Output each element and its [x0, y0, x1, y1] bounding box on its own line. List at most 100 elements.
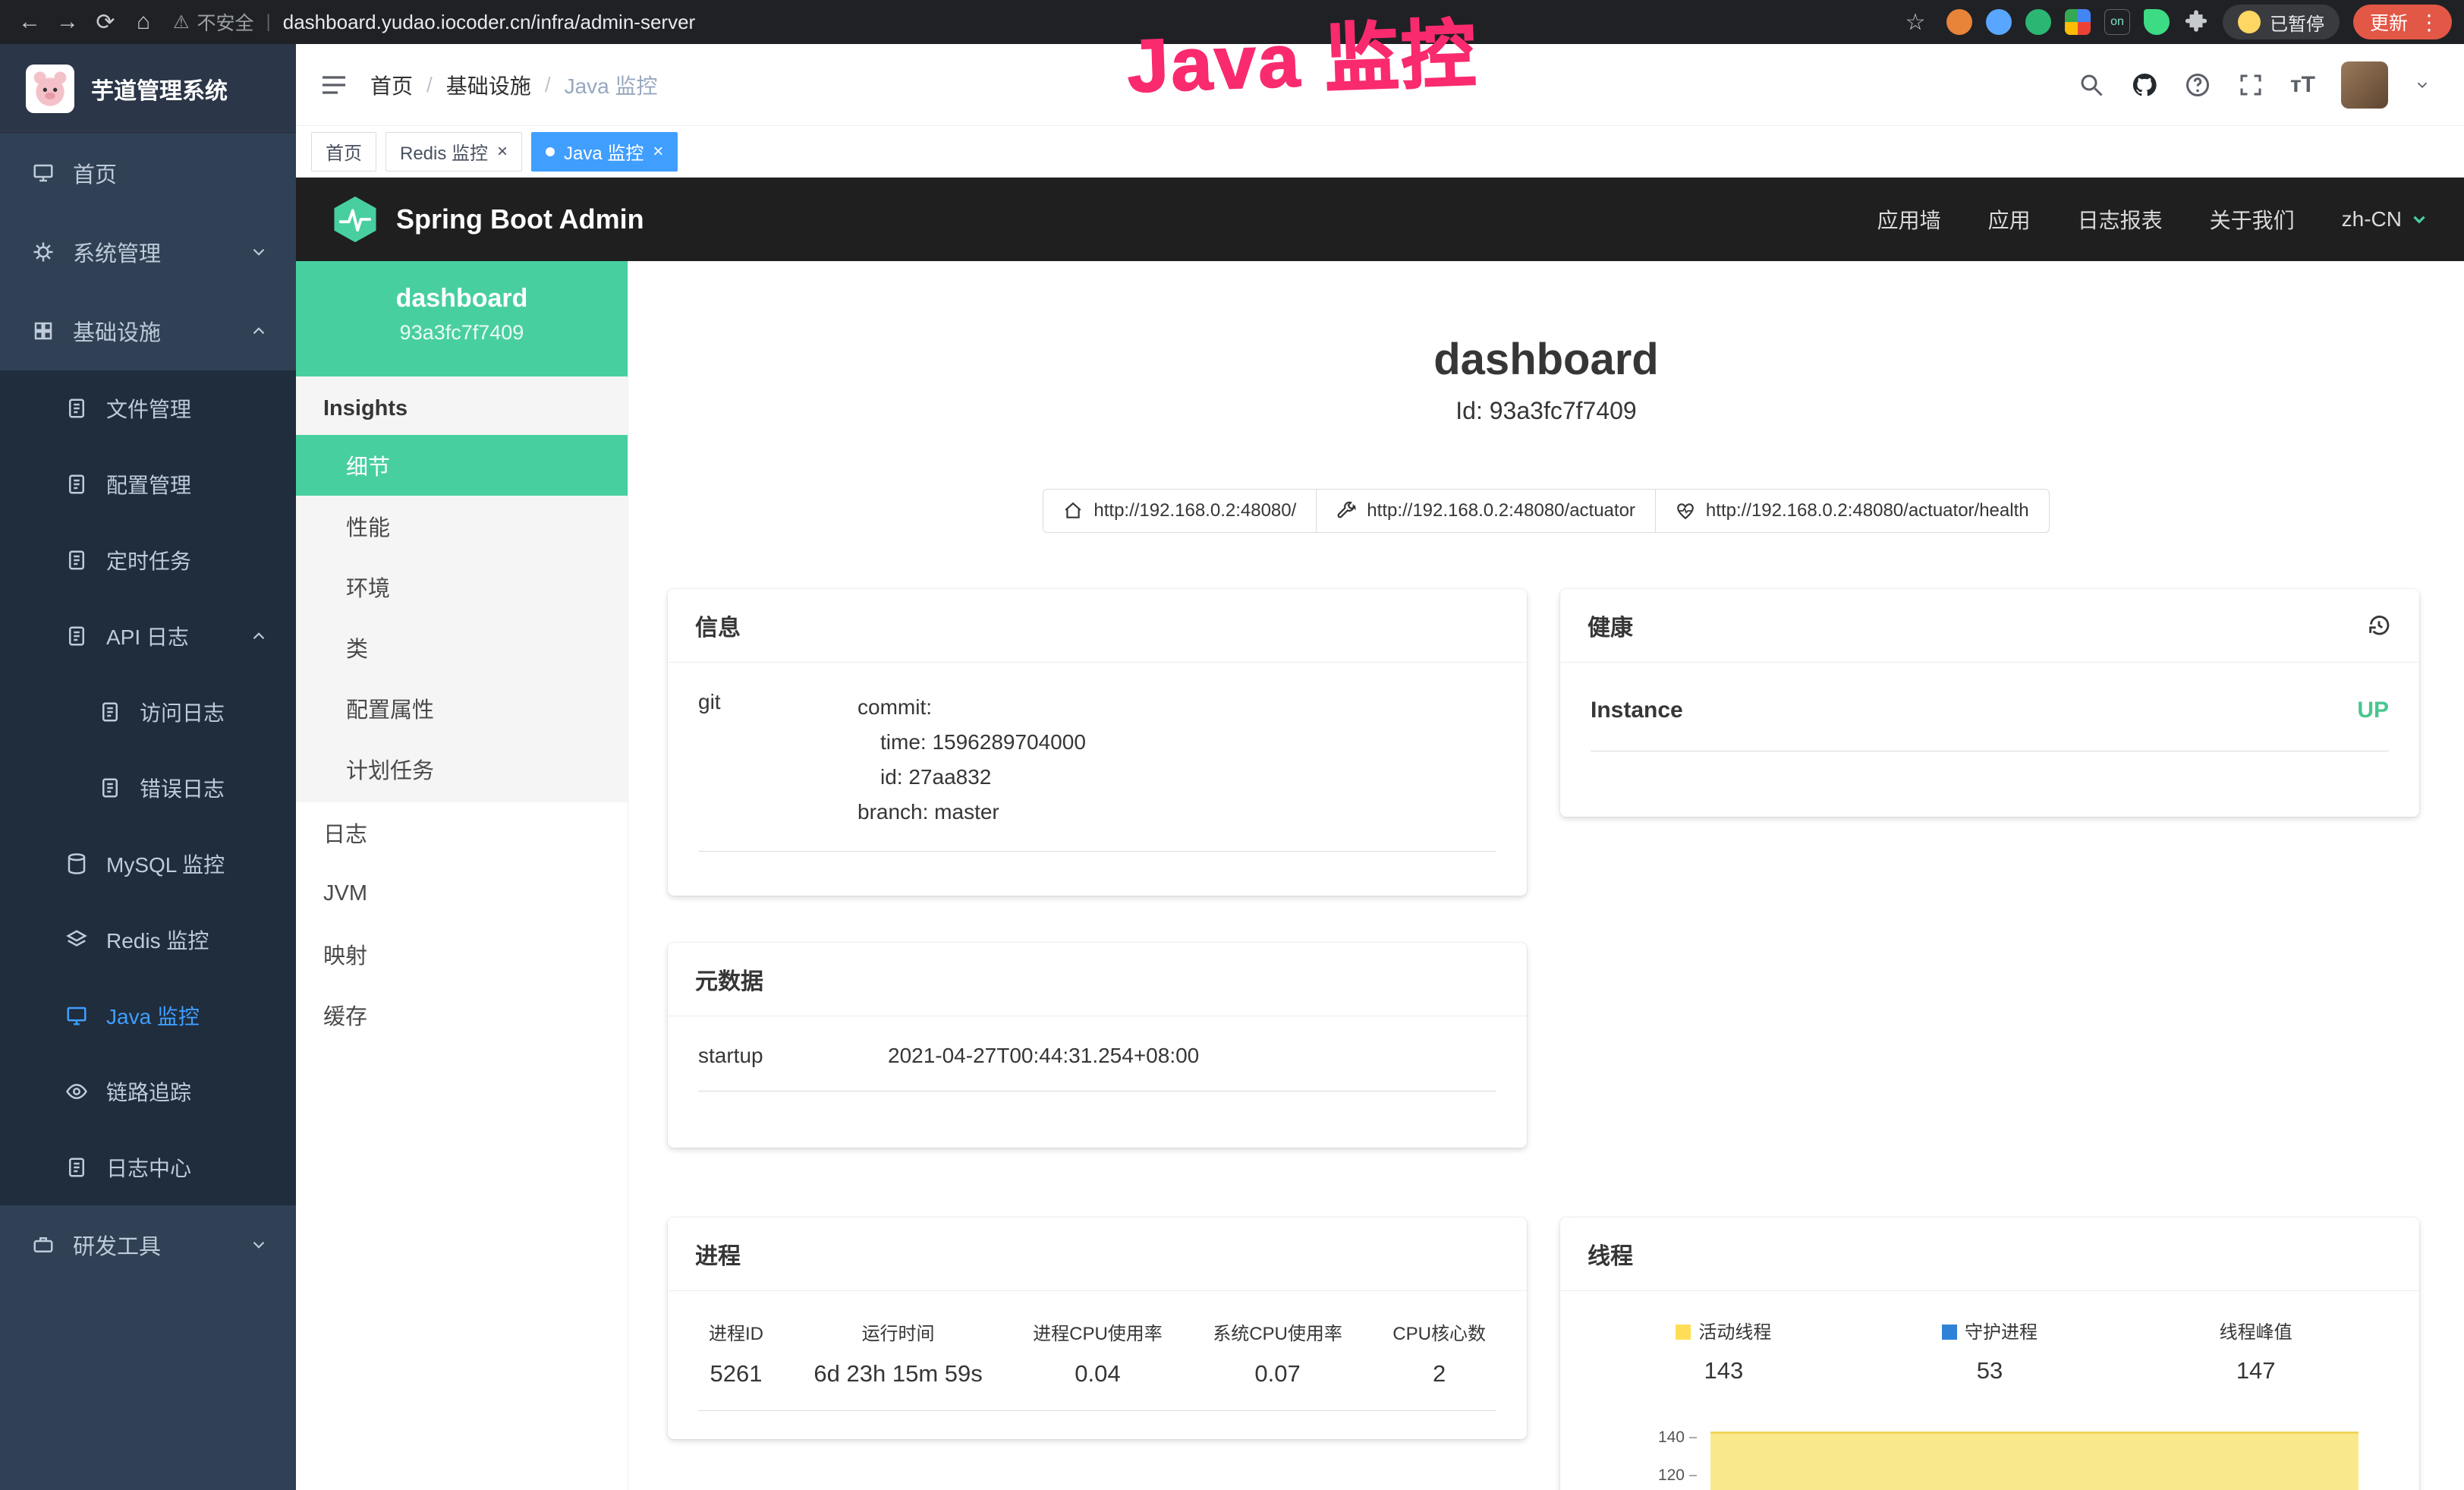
sba-side-item-config-props[interactable]: 配置属性 [296, 678, 628, 739]
sidebar-item-error-logs[interactable]: 错误日志 [0, 750, 296, 826]
sidebar-item-trace[interactable]: 链路追踪 [0, 1054, 296, 1129]
github-icon[interactable] [2131, 71, 2158, 99]
breadcrumb-separator: / [426, 73, 433, 97]
briefcase-icon [32, 1233, 55, 1256]
sidebar-item-config-management[interactable]: 配置管理 [0, 446, 296, 522]
sba-header: Spring Boot Admin 应用墙 应用 日志报表 关于我们 zh-CN [296, 178, 2464, 261]
bookmark-star-icon[interactable]: ☆ [1898, 5, 1933, 39]
app-title: 芋道管理系统 [91, 72, 228, 106]
browser-home-icon[interactable]: ⌂ [126, 5, 161, 39]
sidebar-item-access-logs[interactable]: 访问日志 [0, 674, 296, 750]
sba-side-item-caches[interactable]: 缓存 [296, 984, 628, 1045]
startup-value: 2021-04-27T00:44:31.254+08:00 [888, 1044, 1199, 1068]
threads-legend: 活动线程 143 守护进程 53 线程峰值 147 [1591, 1312, 2389, 1384]
service-url-button[interactable]: http://192.168.0.2:48080/ [1043, 489, 1317, 533]
monitor-icon [65, 1004, 88, 1027]
chevron-down-icon [2409, 209, 2429, 229]
sba-side-item-jvm[interactable]: JVM [296, 863, 628, 924]
wrench-icon [1336, 501, 1356, 521]
sidebar-item-file-management[interactable]: 文件管理 [0, 370, 296, 446]
help-icon[interactable] [2184, 71, 2211, 99]
sba-side-item-metrics[interactable]: 性能 [296, 496, 628, 556]
breadcrumb-infrastructure[interactable]: 基础设施 [446, 70, 531, 100]
fullscreen-icon[interactable] [2237, 71, 2264, 99]
sidebar-item-mysql-monitor[interactable]: MySQL 监控 [0, 826, 296, 902]
sba-nav-wallboard[interactable]: 应用墙 [1877, 204, 1941, 235]
breadcrumb-home[interactable]: 首页 [370, 70, 413, 100]
user-avatar[interactable] [2341, 61, 2388, 109]
tab-home[interactable]: 首页 [311, 132, 376, 172]
search-icon[interactable] [2078, 71, 2105, 99]
extension-icon-on-badge[interactable]: on [2104, 9, 2130, 35]
startup-label: startup [698, 1044, 888, 1068]
sba-locale-select[interactable]: zh-CN [2342, 207, 2429, 232]
extensions-puzzle-icon[interactable] [2183, 9, 2209, 35]
sba-sidebar: dashboard 93a3fc7f7409 Insights 细节 性能 环境… [296, 261, 628, 1490]
threads-chart: 140 120 100 [1591, 1415, 2389, 1490]
system-cpu: 系统CPU使用率 0.07 [1213, 1318, 1342, 1388]
document-icon [99, 701, 121, 723]
sba-instance-box[interactable]: dashboard 93a3fc7f7409 [296, 261, 628, 376]
browser-menu-icon[interactable]: ⋮ [2418, 10, 2440, 35]
threads-card-title: 线程 [1588, 1237, 1633, 1271]
browser-update-button[interactable]: 更新 ⋮ [2353, 5, 2452, 39]
sba-brand-title[interactable]: Spring Boot Admin [396, 203, 644, 235]
browser-back-icon[interactable]: ← [12, 5, 47, 39]
instance-health-row: Instance UP [1591, 698, 2389, 751]
sidebar-item-infrastructure[interactable]: 基础设施 [0, 291, 296, 370]
sba-side-item-details[interactable]: 细节 [296, 435, 628, 496]
dashboard-icon [32, 162, 55, 184]
sidebar-item-dev-tools[interactable]: 研发工具 [0, 1205, 296, 1284]
paused-badge[interactable]: 已暂停 [2223, 5, 2340, 39]
tab-java-monitor[interactable]: Java 监控 × [531, 132, 678, 172]
sidebar-item-redis-monitor[interactable]: Redis 监控 [0, 902, 296, 978]
sidebar-item-system-management[interactable]: 系统管理 [0, 213, 296, 291]
sba-main: dashboard Id: 93a3fc7f7409 http://192.16… [628, 261, 2464, 1490]
app-logo-row[interactable]: 芋道管理系统 [0, 44, 296, 134]
sidebar-item-log-center[interactable]: 日志中心 [0, 1129, 296, 1205]
document-icon [65, 549, 88, 572]
sba-nav-applications[interactable]: 应用 [1988, 204, 2031, 235]
extension-icon-blue-drop[interactable] [1986, 9, 2012, 35]
document-icon [65, 397, 88, 420]
sidebar-item-java-monitor[interactable]: Java 监控 [0, 978, 296, 1054]
sba-side-item-mappings[interactable]: 映射 [296, 924, 628, 984]
sidebar-item-scheduled-jobs[interactable]: 定时任务 [0, 522, 296, 598]
chevron-down-icon [249, 242, 269, 262]
extension-icon-grid[interactable] [2065, 9, 2091, 35]
extension-icon-orange[interactable] [1946, 9, 1972, 35]
browser-reload-icon[interactable]: ⟳ [88, 5, 123, 39]
hamburger-icon[interactable] [319, 70, 349, 100]
sidebar-submenu-infrastructure: 文件管理 配置管理 定时任务 API 日志 访问日志 错误日志 MySQL 监控 [0, 370, 296, 1205]
extension-icon-leaf[interactable] [2144, 9, 2170, 35]
sidebar-item-home[interactable]: 首页 [0, 134, 296, 213]
info-card-title: 信息 [695, 609, 741, 642]
health-url-button[interactable]: http://192.168.0.2:48080/actuator/health [1655, 489, 2050, 533]
admin-sidebar: 芋道管理系统 首页 系统管理 基础设施 文件 [0, 44, 296, 1490]
sba-side-item-beans[interactable]: 类 [296, 617, 628, 678]
browser-forward-icon[interactable]: → [50, 5, 85, 39]
address-bar[interactable]: ⚠ 不安全 | dashboard.yudao.iocoder.cn/infra… [173, 8, 1895, 36]
sba-side-item-loggers[interactable]: 日志 [296, 802, 628, 863]
font-size-icon[interactable]: тT [2290, 72, 2315, 98]
sba-nav-about[interactable]: 关于我们 [2210, 204, 2295, 235]
close-icon[interactable]: × [497, 143, 508, 161]
sba-side-item-environment[interactable]: 环境 [296, 556, 628, 617]
git-value: commit: time: 1596289704000 id: 27aa832 … [858, 690, 1086, 830]
status-badge: UP [2357, 698, 2389, 723]
tab-redis-monitor[interactable]: Redis 监控 × [385, 132, 522, 172]
sba-side-item-scheduled-tasks[interactable]: 计划任务 [296, 739, 628, 799]
insights-group-label: Insights [296, 376, 628, 435]
process-table: 进程ID 5261 运行时间 6d 23h 15m 59s 进程CPU使用率 0… [698, 1318, 1496, 1411]
actuator-url-button[interactable]: http://192.168.0.2:48080/actuator [1316, 489, 1656, 533]
history-icon[interactable] [2366, 613, 2392, 638]
close-icon[interactable]: × [653, 143, 663, 161]
extension-icon-green[interactable] [2025, 9, 2051, 35]
sidebar-item-api-logs[interactable]: API 日志 [0, 598, 296, 674]
health-card: 健康 Instance UP [1560, 589, 2419, 817]
legend-peak-threads: 线程峰值 147 [2123, 1317, 2389, 1384]
avatar-caret-icon[interactable] [2414, 77, 2431, 93]
document-icon [65, 473, 88, 496]
sba-nav-journal[interactable]: 日志报表 [2078, 204, 2163, 235]
home-icon [1063, 501, 1083, 521]
